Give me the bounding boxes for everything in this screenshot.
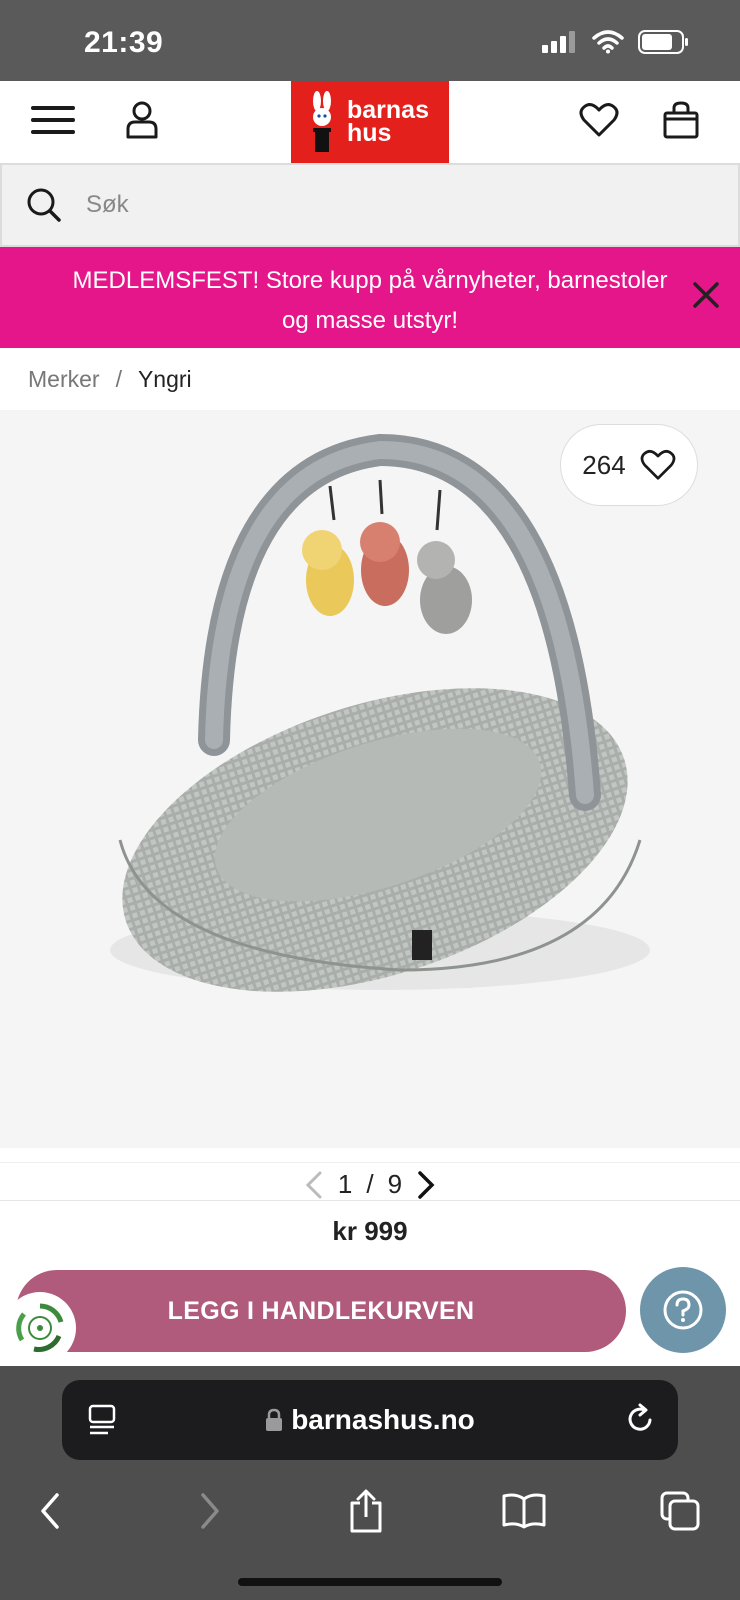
favorite-pill[interactable]: 264 (560, 424, 698, 506)
breadcrumb-current[interactable]: Yngri (138, 366, 192, 393)
pager-total: 9 (387, 1169, 403, 1199)
help-icon (662, 1289, 704, 1331)
account-button[interactable] (120, 81, 164, 163)
forward-button[interactable] (180, 1476, 240, 1546)
wishlist-button[interactable] (574, 81, 624, 163)
product-image[interactable] (0, 410, 740, 1148)
status-time: 21:39 (84, 26, 164, 59)
divider (0, 1200, 740, 1201)
pager-current: 1 (337, 1169, 353, 1199)
pager-separator: / (366, 1169, 374, 1199)
menu-button[interactable] (28, 81, 78, 163)
status-bar: 21:39 (0, 0, 740, 81)
chevron-left-icon (305, 1171, 322, 1198)
product-gallery[interactable]: 264 (0, 410, 740, 1148)
search-input[interactable]: Søk (86, 191, 129, 219)
search-bar[interactable]: Søk (0, 163, 740, 247)
bookmarks-icon (502, 1493, 546, 1529)
bunny-logo-icon (307, 91, 337, 158)
reload-icon[interactable] (626, 1402, 656, 1434)
chevron-right-icon (418, 1170, 435, 1199)
promo-close-button[interactable] (686, 277, 726, 317)
lock-icon (265, 1408, 283, 1432)
brand-logo[interactable]: barnas hus (291, 81, 449, 163)
breadcrumb-separator: / (115, 365, 122, 392)
url-text: barnashus.no (291, 1404, 475, 1435)
shopping-bag-icon (663, 100, 699, 144)
close-icon (693, 281, 719, 313)
home-indicator (238, 1578, 502, 1586)
promo-text: MEDLEMSFEST! Store kupp på vårnyheter, b… (72, 267, 668, 334)
cart-button[interactable] (656, 81, 706, 163)
favorite-count: 264 (582, 449, 626, 480)
battery-icon (638, 30, 690, 59)
recycle-badge-icon (14, 1302, 66, 1354)
user-icon (125, 101, 159, 144)
promo-banner[interactable]: MEDLEMSFEST! Store kupp på vårnyheter, b… (0, 247, 740, 348)
search-icon (26, 187, 62, 223)
add-to-cart-button[interactable]: LEGG I HANDLEKURVEN (16, 1270, 626, 1352)
status-icons (542, 30, 690, 59)
reader-mode-icon[interactable] (88, 1404, 118, 1436)
browser-nav-row (0, 1476, 740, 1546)
bookmarks-button[interactable] (494, 1476, 554, 1546)
signal-icon (542, 31, 578, 58)
previous-image-button[interactable] (304, 1171, 324, 1199)
browser-toolbar: barnashus.no (0, 1366, 740, 1600)
logo-text: barnas hus (347, 98, 429, 147)
wifi-icon (592, 30, 624, 59)
forward-icon (201, 1493, 219, 1529)
tabs-icon (660, 1491, 700, 1531)
hamburger-menu-icon (31, 104, 75, 141)
heart-icon (579, 102, 619, 143)
sustainability-badge[interactable] (4, 1292, 76, 1364)
help-button[interactable] (640, 1267, 726, 1353)
share-icon (350, 1489, 382, 1533)
logo-text-line2: hus (347, 119, 392, 147)
back-button[interactable] (20, 1476, 80, 1546)
breadcrumb: Merker / Yngri (28, 348, 192, 410)
back-icon (41, 1493, 59, 1529)
address-bar[interactable]: barnashus.no (62, 1380, 678, 1460)
next-image-button[interactable] (416, 1170, 436, 1199)
share-button[interactable] (336, 1476, 396, 1546)
breadcrumb-link-merker[interactable]: Merker (28, 366, 100, 393)
tabs-button[interactable] (650, 1476, 710, 1546)
heart-icon (640, 449, 676, 481)
product-price: kr 999 (332, 1216, 408, 1246)
